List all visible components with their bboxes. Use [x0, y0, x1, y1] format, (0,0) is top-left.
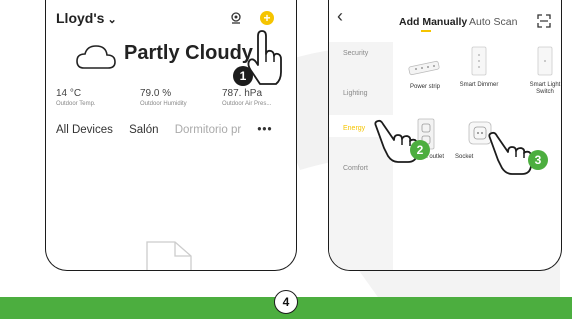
category-energy[interactable]: Energy [343, 125, 365, 132]
scan-icon[interactable] [537, 14, 551, 28]
back-icon[interactable]: ‹ [337, 6, 343, 27]
add-device-icon[interactable]: + [260, 11, 274, 25]
category-security[interactable]: Security [343, 50, 368, 57]
tab-salon[interactable]: Salón [129, 124, 158, 136]
stat-label: Outdoor Humidity [140, 101, 187, 107]
step-badge: 1 [233, 66, 253, 86]
stat-air-pressure: 787. hPa Outdoor Air Pres... [222, 88, 271, 107]
weather-title: Partly Cloudy [124, 42, 253, 64]
category-comfort[interactable]: Comfort [343, 165, 368, 172]
camera-icon[interactable] [230, 12, 242, 24]
power-strip-icon [408, 60, 440, 76]
empty-document-icon [146, 241, 192, 270]
stat-label: Outdoor Temp. [56, 101, 96, 107]
tab-dormitorio[interactable]: Dormitorio pr [175, 124, 241, 136]
stat-value: 787. hPa [222, 88, 263, 99]
device-label: Smart Light Switch [529, 82, 561, 95]
device-label: Power strip [409, 84, 440, 90]
stat-value: 14 °C [56, 88, 82, 99]
stat-value: 79.0 % [140, 88, 172, 99]
home-name: Lloyd's [56, 10, 105, 26]
tab-auto-scan[interactable]: Auto Scan [469, 16, 517, 28]
cloud-icon [76, 45, 116, 69]
step-badge: 2 [410, 140, 430, 160]
room-tabs: All Devices Salón Dormitorio pr ••• [56, 124, 285, 136]
category-lighting[interactable]: Lighting [343, 90, 368, 97]
step-number: 4 [274, 290, 298, 314]
device-label: Smart Dimmer [459, 82, 499, 88]
dimmer-icon [471, 46, 487, 76]
tab-all-devices[interactable]: All Devices [56, 124, 113, 136]
active-tab-indicator [421, 30, 431, 32]
chevron-down-icon: ⌄ [107, 14, 117, 26]
step-badge: 3 [528, 150, 548, 170]
stat-label: Outdoor Air Pres... [222, 101, 272, 107]
tab-add-manually[interactable]: Add Manually [399, 16, 467, 28]
stat-temperature: 14 °C Outdoor Temp. [56, 88, 96, 107]
more-icon[interactable]: ••• [257, 124, 272, 136]
home-selector[interactable]: Lloyd's ⌄ [56, 10, 117, 26]
stat-humidity: 79.0 % Outdoor Humidity [140, 88, 187, 107]
light-switch-icon [537, 46, 553, 76]
device-label: Socket [455, 154, 474, 160]
